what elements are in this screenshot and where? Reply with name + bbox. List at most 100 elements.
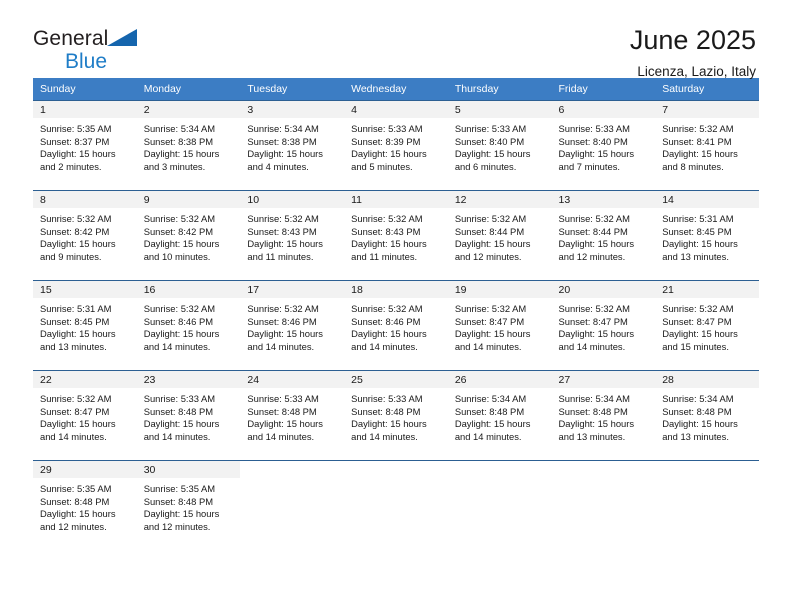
daylight-duration-line1: Daylight: 15 hours xyxy=(351,238,427,250)
day-number: 26 xyxy=(447,371,552,388)
daylight-duration-line1: Daylight: 15 hours xyxy=(558,148,635,160)
daylight-duration-line2: and 3 minutes. xyxy=(143,160,206,172)
calendar-day-cell[interactable]: 15 Sunrise: 5:31 AM Sunset: 8:45 PM Dayligh… xyxy=(33,280,137,371)
calendar-day-cell[interactable]: 4 Sunrise: 5:33 AM Sunset: 8:39 PM Daylight… xyxy=(344,100,448,191)
day-details: Sunrise: 5:34 AM Sunset: 8:48 PM Daylight:… xyxy=(552,388,656,443)
sunset-time: Sunset: 8:40 PM xyxy=(454,135,525,147)
sunset-time: Sunset: 8:42 PM xyxy=(40,225,110,237)
calendar-day-cell[interactable]: 7 Sunrise: 5:32 AM Sunset: 8:41 PM Daylight… xyxy=(655,100,759,191)
daylight-duration-line2: and 12 minutes. xyxy=(40,520,107,532)
daylight-duration-line1: Daylight: 15 hours xyxy=(351,418,427,430)
day-details: Sunrise: 5:33 AM Sunset: 8:48 PM Daylight:… xyxy=(344,388,448,443)
calendar-day-cell[interactable]: 2 Sunrise: 5:34 AM Sunset: 8:38 PM Daylight… xyxy=(136,100,241,191)
weekday-header-wednesday: Wednesday xyxy=(344,78,448,101)
day-number: 7 xyxy=(655,101,759,118)
page-title: June 2025 xyxy=(629,25,756,55)
calendar-day-cell[interactable]: 18 Sunrise: 5:32 AM Sunset: 8:46 PM Dayligh… xyxy=(344,280,448,371)
daylight-duration-line1: Daylight: 15 hours xyxy=(247,238,323,250)
calendar-day-cell[interactable]: 27 Sunrise: 5:34 AM Sunset: 8:48 PM Dayligh… xyxy=(551,370,656,461)
day-number: 9 xyxy=(136,191,241,208)
sunset-time: Sunset: 8:48 PM xyxy=(558,405,628,417)
calendar-day-cell[interactable]: 22 Sunrise: 5:32 AM Sunset: 8:47 PM Dayligh… xyxy=(33,370,137,461)
daylight-duration-line2: and 13 minutes. xyxy=(662,250,729,262)
day-number: 19 xyxy=(447,281,552,298)
daylight-duration-line2: and 14 minutes. xyxy=(454,430,522,442)
daylight-duration-line1: Daylight: 15 hours xyxy=(40,148,116,160)
day-details: Sunrise: 5:32 AM Sunset: 8:41 PM Daylight:… xyxy=(655,118,759,173)
day-details: Sunrise: 5:31 AM Sunset: 8:45 PM Daylight:… xyxy=(655,208,759,263)
daylight-duration-line2: and 14 minutes. xyxy=(454,340,522,352)
calendar-day-cell[interactable]: 3 Sunrise: 5:34 AM Sunset: 8:38 PM Daylight… xyxy=(240,100,345,191)
calendar-day-cell[interactable]: 6 Sunrise: 5:33 AM Sunset: 8:40 PM Daylight… xyxy=(551,100,656,191)
calendar-header-row: Sunday Monday Tuesday Wednesday Thursday Frid… xyxy=(33,78,759,101)
daylight-duration-line2: and 14 minutes. xyxy=(247,340,315,352)
calendar-day-cell[interactable]: 9 Sunrise: 5:32 AM Sunset: 8:42 PM Daylight… xyxy=(136,190,241,281)
brand-logo[interactable]: General Blue xyxy=(33,26,163,72)
day-details: Sunrise: 5:34 AM Sunset: 8:48 PM Daylight:… xyxy=(655,388,759,443)
calendar-day-cell[interactable]: 1 Sunrise: 5:35 AM Sunset: 8:37 PM Daylight… xyxy=(33,100,137,191)
calendar-day-cell[interactable]: 29 Sunrise: 5:35 AM Sunset: 8:48 PM Dayligh… xyxy=(33,460,137,551)
calendar-day-cell[interactable]: 16 Sunrise: 5:32 AM Sunset: 8:46 PM Dayligh… xyxy=(136,280,241,371)
sunset-time: Sunset: 8:47 PM xyxy=(662,315,732,327)
day-number: 20 xyxy=(551,281,656,298)
daylight-duration-line1: Daylight: 15 hours xyxy=(454,238,531,250)
sunrise-time: Sunrise: 5:31 AM xyxy=(662,213,734,224)
sunset-time: Sunset: 8:42 PM xyxy=(143,225,214,237)
day-details: Sunrise: 5:34 AM Sunset: 8:48 PM Daylight:… xyxy=(448,388,552,443)
daylight-duration-line2: and 14 minutes. xyxy=(351,340,418,352)
calendar-day-cell[interactable]: 13 Sunrise: 5:32 AM Sunset: 8:44 PM Dayligh… xyxy=(551,190,656,281)
weekday-header-monday: Monday xyxy=(136,78,241,101)
sunset-time: Sunset: 8:40 PM xyxy=(558,135,628,147)
calendar-day-cell[interactable]: 19 Sunrise: 5:32 AM Sunset: 8:47 PM Dayligh… xyxy=(447,280,552,371)
calendar-body: 1 Sunrise: 5:35 AM Sunset: 8:37 PM Daylight… xyxy=(33,100,759,551)
sunrise-time: Sunrise: 5:33 AM xyxy=(558,123,630,134)
sunset-time: Sunset: 8:46 PM xyxy=(351,315,421,327)
calendar-day-cell[interactable]: 14 Sunrise: 5:31 AM Sunset: 8:45 PM Dayligh… xyxy=(655,190,759,281)
day-number: 28 xyxy=(655,371,759,388)
calendar-day-cell[interactable]: 11 Sunrise: 5:32 AM Sunset: 8:43 PM Dayligh… xyxy=(344,190,448,281)
day-number: 2 xyxy=(136,101,241,118)
calendar-day-cell-empty xyxy=(240,460,345,551)
sunset-time: Sunset: 8:45 PM xyxy=(662,225,732,237)
sunset-time: Sunset: 8:45 PM xyxy=(40,315,110,327)
daylight-duration-line2: and 6 minutes. xyxy=(454,160,517,172)
day-details: Sunrise: 5:32 AM Sunset: 8:44 PM Daylight:… xyxy=(448,208,552,263)
calendar-day-cell[interactable]: 25 Sunrise: 5:33 AM Sunset: 8:48 PM Dayligh… xyxy=(344,370,448,461)
sunset-time: Sunset: 8:48 PM xyxy=(143,495,214,507)
daylight-duration-line2: and 14 minutes. xyxy=(247,430,315,442)
daylight-duration-line1: Daylight: 15 hours xyxy=(143,328,220,340)
sunset-time: Sunset: 8:48 PM xyxy=(351,405,421,417)
sunrise-time: Sunrise: 5:32 AM xyxy=(662,303,734,314)
day-number: 11 xyxy=(344,191,448,208)
calendar-day-cell[interactable]: 21 Sunrise: 5:32 AM Sunset: 8:47 PM Dayligh… xyxy=(655,280,759,371)
sunrise-time: Sunrise: 5:32 AM xyxy=(351,213,423,224)
calendar-day-cell[interactable]: 30 Sunrise: 5:35 AM Sunset: 8:48 PM Dayligh… xyxy=(136,460,241,551)
day-number: 14 xyxy=(655,191,759,208)
daylight-duration-line2: and 13 minutes. xyxy=(558,430,626,442)
daylight-duration-line2: and 7 minutes. xyxy=(558,160,621,172)
sunset-time: Sunset: 8:48 PM xyxy=(40,495,110,507)
calendar-day-cell[interactable]: 23 Sunrise: 5:33 AM Sunset: 8:48 PM Dayligh… xyxy=(136,370,241,461)
day-details: Sunrise: 5:32 AM Sunset: 8:47 PM Daylight:… xyxy=(552,298,656,353)
daylight-duration-line1: Daylight: 15 hours xyxy=(558,418,635,430)
day-number: 29 xyxy=(33,461,137,478)
daylight-duration-line2: and 15 minutes. xyxy=(662,340,729,352)
sunrise-time: Sunrise: 5:33 AM xyxy=(351,393,423,404)
calendar-day-cell[interactable]: 28 Sunrise: 5:34 AM Sunset: 8:48 PM Dayligh… xyxy=(655,370,759,461)
calendar-day-cell[interactable]: 26 Sunrise: 5:34 AM Sunset: 8:48 PM Dayligh… xyxy=(447,370,552,461)
day-details: Sunrise: 5:35 AM Sunset: 8:37 PM Daylight:… xyxy=(33,118,137,173)
calendar-day-cell[interactable]: 10 Sunrise: 5:32 AM Sunset: 8:43 PM Dayligh… xyxy=(240,190,345,281)
calendar-day-cell[interactable]: 17 Sunrise: 5:32 AM Sunset: 8:46 PM Dayligh… xyxy=(240,280,345,371)
day-number: 3 xyxy=(240,101,345,118)
calendar-day-cell[interactable]: 24 Sunrise: 5:33 AM Sunset: 8:48 PM Dayligh… xyxy=(240,370,345,461)
calendar-day-cell[interactable]: 20 Sunrise: 5:32 AM Sunset: 8:47 PM Dayligh… xyxy=(551,280,656,371)
daylight-duration-line1: Daylight: 15 hours xyxy=(662,148,738,160)
calendar-day-cell[interactable]: 8 Sunrise: 5:32 AM Sunset: 8:42 PM Daylight… xyxy=(33,190,137,281)
day-details: Sunrise: 5:32 AM Sunset: 8:47 PM Daylight:… xyxy=(33,388,137,443)
calendar-day-cell[interactable]: 12 Sunrise: 5:32 AM Sunset: 8:44 PM Dayligh… xyxy=(447,190,552,281)
day-details: Sunrise: 5:32 AM Sunset: 8:42 PM Daylight:… xyxy=(137,208,241,263)
calendar-week-row: 15 Sunrise: 5:31 AM Sunset: 8:45 PM Dayligh… xyxy=(33,280,759,371)
calendar-day-cell[interactable]: 5 Sunrise: 5:33 AM Sunset: 8:40 PM Daylight… xyxy=(447,100,552,191)
day-number: 6 xyxy=(551,101,656,118)
location-subtitle: Licenza, Lazio, Italy xyxy=(637,64,756,80)
